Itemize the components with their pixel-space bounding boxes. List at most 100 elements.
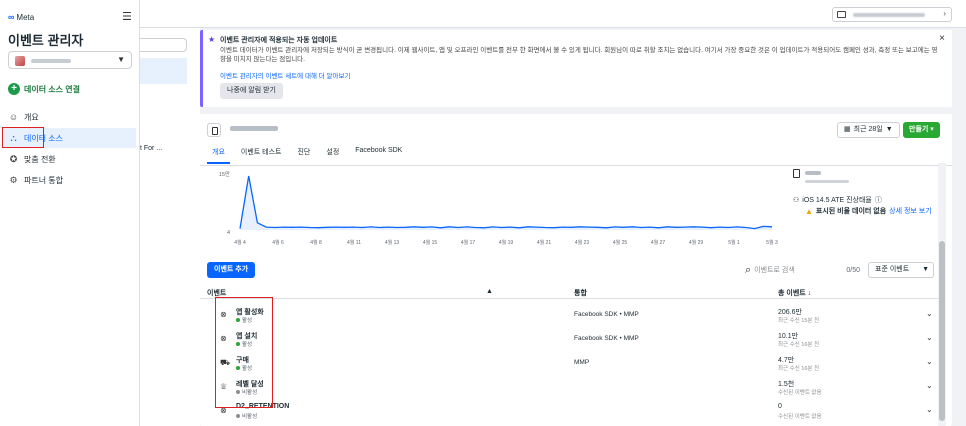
table-row[interactable]: ⛟ 구매 활성 MMP 4.7만 최근 수신 16분 전 ⌄	[200, 351, 940, 375]
warning-icon: ▲	[805, 206, 813, 216]
caret-down-icon: ▼	[922, 266, 929, 273]
ios-ate-warning: ▲ 표시된 비율 데이터 없음 상세 정보 보기	[805, 206, 932, 216]
event-search-input[interactable]: ⌕ 이벤트로 검색 0/50	[745, 262, 860, 278]
x-tick-label: 4월 13	[385, 239, 400, 246]
tab-overview[interactable]: 개요	[207, 145, 230, 164]
dataset-info-panel: ⚇ iOS 14.5 ATE 진상태율 ⓘ ▲ 표시된 비율 데이터 없음 상세…	[790, 168, 940, 218]
menu-icon[interactable]: ☰	[122, 10, 132, 23]
add-event-button[interactable]: 이벤트 추가	[207, 262, 256, 278]
sidebar-item-overview[interactable]: ☺ 개요	[4, 107, 136, 127]
tab-settings[interactable]: 설정	[321, 145, 344, 164]
business-account-selector[interactable]: ▼	[8, 51, 132, 69]
highlight-box	[215, 297, 273, 408]
event-last-received: 최근 수신 16분 전	[778, 342, 820, 348]
event-last-received: 수신된 이벤트 없음	[778, 414, 822, 420]
sort-up-icon[interactable]: ▲	[486, 288, 493, 295]
x-tick-label: 4월 8	[310, 239, 322, 246]
sidebar-item-label: 파트너 통합	[24, 175, 64, 185]
ios-ate-icon: ⚇	[793, 197, 800, 204]
tab-diagnostics[interactable]: 진단	[292, 145, 315, 164]
chevron-right-icon: ›	[943, 9, 946, 18]
chart-area	[240, 176, 772, 230]
data-source-list-item-text: t For ...	[140, 145, 163, 152]
calendar-icon: ▦	[844, 126, 851, 133]
status-dot	[236, 414, 240, 418]
x-tick-label: 5월 1	[728, 239, 740, 246]
phone-icon	[793, 169, 800, 178]
chevron-down-icon[interactable]: ⌄	[926, 309, 933, 318]
connect-data-source-button[interactable]: + 데이터 소스 연결	[8, 83, 80, 95]
plus-icon: +	[8, 83, 20, 95]
x-tick-label: 4월 21	[537, 239, 552, 246]
meta-logo-text: Meta	[16, 12, 35, 22]
chevron-down-icon[interactable]: ⌄	[926, 381, 933, 390]
tab-facebook-sdk[interactable]: Facebook SDK	[350, 145, 407, 164]
date-range-selector[interactable]: ▦ 최근 28일 ▼	[837, 122, 900, 138]
events-table-header: 이벤트 ▲ 통합 총 이벤트 ↓	[200, 285, 940, 299]
search-icon: ⌕	[745, 263, 752, 276]
scrollbar-thumb[interactable]	[939, 241, 945, 421]
chevron-down-icon[interactable]: ⌄	[926, 357, 933, 366]
chevron-down-icon[interactable]: ⌄	[926, 405, 933, 414]
column-total-events[interactable]: 총 이벤트 ↓	[778, 288, 811, 298]
table-row[interactable]: ⊗ D2_RETENTION 비활성 0 수신된 이벤트 없음 ⌄	[200, 399, 940, 423]
sidebar-item-partner-integrations[interactable]: ⚙ 파트너 통합	[4, 170, 136, 190]
data-source-search-input[interactable]	[140, 38, 187, 52]
banner-body: 이벤트 데이터가 이벤트 관리자에 저장되는 방식이 곧 변경됩니다. 이제 웹…	[220, 47, 938, 63]
platform-redacted	[805, 171, 821, 175]
chevron-down-icon[interactable]: ⌄	[926, 333, 933, 342]
remind-later-button[interactable]: 나중에 알림 받기	[220, 83, 283, 99]
event-search-placeholder: 이벤트로 검색	[754, 267, 795, 274]
x-tick-label: 4월 19	[499, 239, 514, 246]
caret-down-icon: ▼	[885, 126, 893, 133]
account-name-redacted	[853, 13, 925, 17]
create-button-label: 만들기	[909, 126, 929, 133]
x-tick-label: 4월 17	[461, 239, 476, 246]
caret-down-icon: ▼	[117, 55, 125, 64]
x-tick-label: 4월 4	[234, 239, 246, 246]
sidebar-item-label: 맞춤 전환	[24, 154, 56, 164]
dataset-card: ▦ 최근 28일 ▼ 만들기 ▾ 개요 이벤트 테스트 진단 설정 Facebo…	[200, 114, 952, 426]
highlight-box	[2, 127, 44, 148]
close-icon[interactable]: ×	[939, 33, 945, 44]
y-tick-label: 15만	[219, 170, 230, 178]
event-type-filter[interactable]: 표준 이벤트 ▼	[868, 262, 934, 278]
sidebar-item-custom-conversions[interactable]: ✪ 맞춤 전환	[4, 149, 136, 169]
x-tick-label: 4월 23	[575, 239, 590, 246]
top-bar: ›	[0, 0, 966, 28]
meta-logo[interactable]: ∞ Meta	[8, 12, 34, 22]
y-tick-label: 4	[227, 230, 230, 236]
banner-learn-more-link[interactable]: 이벤트 관리자의 이벤트 세트에 대해 더 알아보기	[220, 70, 350, 80]
chart-series-line	[239, 175, 773, 230]
ios-ate-status: ⚇ iOS 14.5 ATE 진상태율 ⓘ	[793, 195, 882, 205]
star-icon: ★	[208, 35, 216, 44]
sidebar-item-label: 개요	[24, 112, 39, 122]
banner-title: 이벤트 관리자에 적용되는 자동 업데이트	[220, 37, 338, 44]
dataset-name-redacted	[230, 126, 278, 131]
app-id-redacted	[805, 180, 849, 183]
account-icon	[837, 11, 846, 18]
table-row[interactable]: ⊗ 앱 활성화 활성 Facebook SDK • MMP 206.6만 최근 수신 15…	[200, 303, 940, 327]
partner-integrations-icon: ⚙	[9, 174, 18, 185]
page-title: 이벤트 관리자	[8, 33, 84, 48]
warning-details-link[interactable]: 상세 정보 보기	[889, 206, 932, 216]
table-row[interactable]: ♕ 레벨 달성 비활성 1.5천 수신된 이벤트 없음 ⌄	[200, 375, 940, 399]
event-activity-chart: 15만 4 4월 4 4월 6 4월 8 4월 11 4월 13 4월 15 4월 17 4월 1…	[219, 170, 778, 246]
event-last-received: 수신된 이벤트 없음	[778, 390, 822, 396]
ad-account-switcher[interactable]: ›	[832, 7, 952, 22]
connect-data-source-label: 데이터 소스 연결	[24, 84, 80, 94]
event-integration: MMP	[574, 359, 590, 366]
create-button[interactable]: 만들기 ▾	[903, 122, 940, 138]
info-icon[interactable]: ⓘ	[875, 195, 882, 205]
event-integration: Facebook SDK • MMP	[574, 335, 639, 342]
event-last-received: 최근 수신 15분 전	[778, 318, 820, 324]
data-source-list: t For ...	[140, 28, 200, 426]
event-integration: Facebook SDK • MMP	[574, 311, 639, 318]
table-row[interactable]: ⊗ 앱 설치 활성 Facebook SDK • MMP 10.1만 최근 수신 16분 …	[200, 327, 940, 351]
data-source-list-item-selected[interactable]	[140, 58, 187, 84]
x-tick-label: 4월 25	[613, 239, 628, 246]
mobile-app-icon	[207, 123, 221, 137]
scrollbar[interactable]	[938, 163, 946, 426]
x-tick-label: 4월 29	[689, 239, 704, 246]
tab-test-events[interactable]: 이벤트 테스트	[236, 145, 287, 164]
